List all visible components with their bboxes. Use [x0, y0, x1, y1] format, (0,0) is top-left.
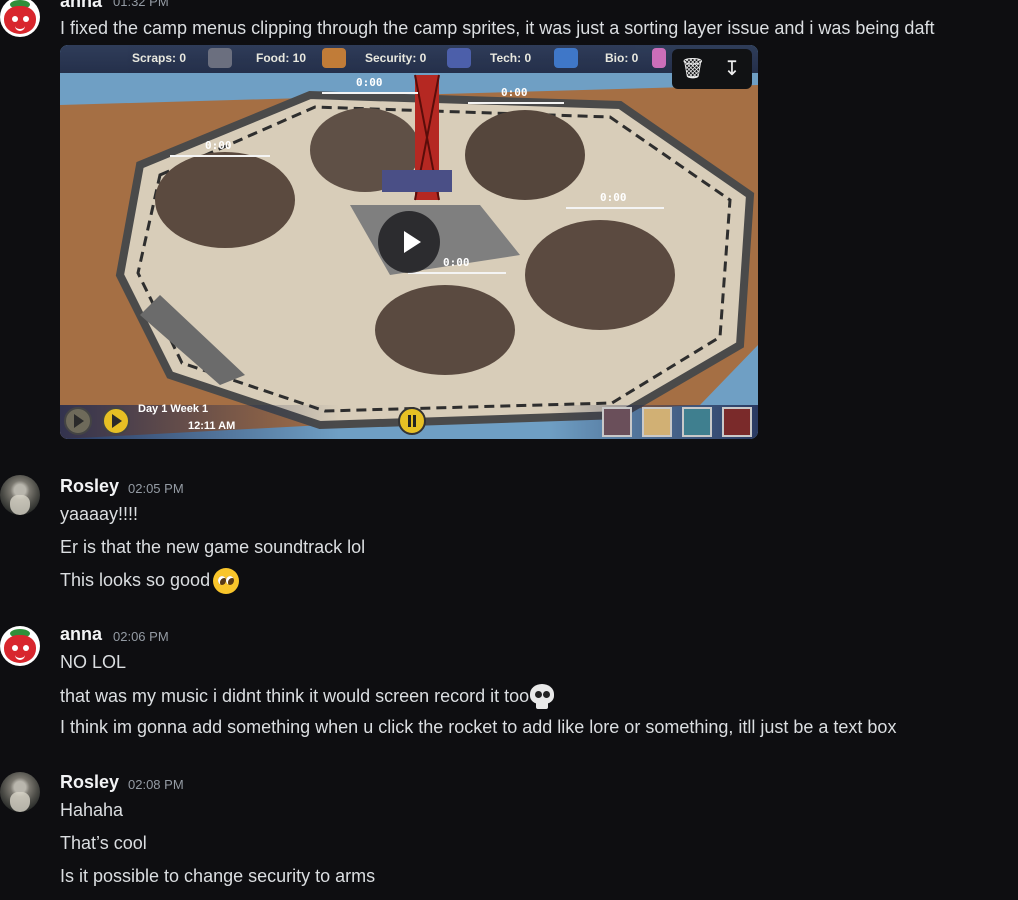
message-text: NO LOL	[60, 652, 127, 672]
skull-icon	[529, 684, 555, 710]
avatar-rosley[interactable]	[0, 475, 40, 515]
avatar-rosley[interactable]	[0, 772, 40, 812]
security-icon	[447, 48, 471, 68]
author-name[interactable]: anna	[60, 0, 102, 12]
play-button[interactable]	[378, 211, 440, 273]
message-text: I think im gonna add something when u cl…	[60, 717, 897, 737]
camp-timer-bar	[566, 207, 664, 209]
pause-button[interactable]	[398, 407, 426, 435]
resource-bar: Scraps: 0 Food: 10 Security: 0 Tech: 0 B…	[60, 45, 758, 73]
avatar-beard	[10, 792, 30, 812]
message-text: that was my music i didnt think it would…	[60, 684, 555, 710]
attachment-actions: 🗑 ↧	[672, 49, 752, 89]
avatar-eye-right	[23, 16, 29, 22]
avatar-eye-right	[23, 645, 29, 651]
message-text: Is it possible to change security to arm…	[60, 866, 376, 886]
avatar-anna[interactable]	[0, 0, 40, 37]
camp-timer-bar	[170, 155, 270, 157]
scraps-label: Scraps: 0	[132, 51, 187, 65]
survivor-portrait[interactable]	[682, 407, 712, 437]
message-text: yaaaay!!!!	[60, 504, 139, 524]
camp-timer-bar	[468, 102, 564, 104]
author-name[interactable]: Rosley	[60, 476, 119, 497]
message-timestamp: 02:08 PM	[128, 777, 184, 792]
bio-label: Bio: 0	[605, 51, 639, 65]
download-icon[interactable]: ↧	[720, 57, 744, 81]
camp-timer: 0:00	[501, 86, 528, 99]
clock-label: 12:11 AM	[188, 420, 236, 432]
avatar-anna[interactable]	[0, 626, 40, 666]
message-timestamp: 01:32 PM	[113, 0, 169, 9]
bio-flask-icon	[652, 48, 666, 68]
survivor-portrait[interactable]	[602, 407, 632, 437]
camp-timer: 0:00	[356, 76, 383, 89]
camp-timer-bar	[408, 272, 506, 274]
pleading-face-icon	[213, 568, 240, 594]
camp-timer: 0:00	[443, 256, 470, 269]
fast-forward-button[interactable]	[102, 407, 130, 435]
trash-icon[interactable]: 🗑	[680, 57, 705, 81]
security-label: Security: 0	[365, 51, 427, 65]
avatar-eye-left	[12, 16, 18, 22]
food-label: Food: 10	[256, 51, 306, 65]
video-attachment[interactable]: Scraps: 0 Food: 10 Security: 0 Tech: 0 B…	[60, 45, 758, 439]
camp-timer: 0:00	[600, 191, 627, 204]
message-text: Hahaha	[60, 800, 124, 820]
message-text: This looks so good	[60, 568, 240, 594]
food-icon	[322, 48, 346, 68]
survivor-portrait[interactable]	[642, 407, 672, 437]
message-timestamp: 02:05 PM	[128, 481, 184, 496]
message-text: I fixed the camp menus clipping through …	[60, 18, 935, 38]
message-timestamp: 02:06 PM	[113, 629, 169, 644]
camp-timer: 0:00	[205, 139, 232, 152]
avatar-beard	[10, 495, 30, 515]
author-name[interactable]: Rosley	[60, 772, 119, 793]
day-week-label: Day 1 Week 1	[138, 403, 209, 415]
message-text: That’s cool	[60, 833, 147, 853]
tech-label: Tech: 0	[490, 51, 532, 65]
message-text: Er is that the new game soundtrack lol	[60, 537, 366, 557]
survivor-portrait[interactable]	[722, 407, 752, 437]
tech-icon	[554, 48, 578, 68]
avatar-eye-left	[12, 645, 18, 651]
play-speed-button[interactable]	[64, 407, 92, 435]
message-text-content: This looks so good	[60, 569, 211, 590]
scraps-icon	[208, 48, 232, 68]
message-text-content: that was my music i didnt think it would…	[60, 685, 530, 706]
camp-timer-bar	[322, 92, 418, 94]
author-name[interactable]: anna	[60, 624, 102, 645]
